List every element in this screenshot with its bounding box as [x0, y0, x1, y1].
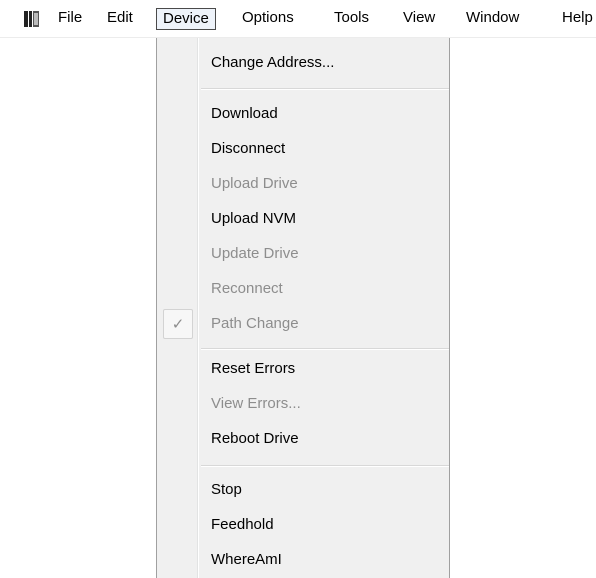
menu-item-disconnect[interactable]: Disconnect [157, 132, 449, 167]
menu-item-label: Upload NVM [211, 210, 297, 227]
menu-item-update-drive[interactable]: Update Drive [157, 237, 449, 272]
menu-item-feedhold[interactable]: Feedhold [157, 508, 449, 543]
menu-edit[interactable]: Edit [107, 8, 133, 30]
menu-item-stop[interactable]: Stop [157, 473, 449, 508]
menu-item-reconnect[interactable]: Reconnect [157, 272, 449, 307]
menu-options[interactable]: Options [242, 8, 294, 30]
menu-item-reset-errors[interactable]: Reset Errors [157, 352, 449, 387]
menu-item-label: Download [211, 105, 278, 122]
menu-file[interactable]: File [58, 8, 82, 30]
menu-view[interactable]: View [403, 8, 435, 30]
menu-item-label: Reboot Drive [211, 430, 299, 447]
menu-item-download[interactable]: Download [157, 97, 449, 132]
menu-item-reboot-drive[interactable]: Reboot Drive [157, 422, 449, 457]
menu-separator [201, 88, 449, 90]
menu-tools[interactable]: Tools [334, 8, 369, 30]
menu-separator [201, 465, 449, 467]
menu-item-label: WhereAmI [211, 551, 282, 568]
menu-item-label: View Errors... [211, 395, 301, 412]
menu-item-label: Reset Errors [211, 360, 296, 377]
device-dropdown-menu: Change Address... Download Disconnect Up… [156, 38, 450, 578]
menu-item-upload-nvm[interactable]: Upload NVM [157, 202, 449, 237]
menu-item-whereami[interactable]: WhereAmI [157, 543, 449, 578]
menu-help[interactable]: Help [562, 8, 593, 30]
menu-item-label: Disconnect [211, 140, 286, 157]
menu-item-upload-drive[interactable]: Upload Drive [157, 167, 449, 202]
menu-item-path-change[interactable]: ✓ Path Change [157, 307, 449, 342]
menu-bar: File Edit Device Options Tools View Wind… [0, 0, 596, 38]
menu-item-label: Path Change [211, 315, 299, 332]
menu-item-label: Stop [211, 481, 242, 498]
menu-item-label: Reconnect [211, 280, 283, 297]
menu-item-view-errors[interactable]: View Errors... [157, 387, 449, 422]
menu-window[interactable]: Window [466, 8, 519, 30]
menu-device[interactable]: Device [156, 8, 216, 30]
menu-item-label: Feedhold [211, 516, 274, 533]
menu-item-label: Upload Drive [211, 175, 298, 192]
menu-item-change-address[interactable]: Change Address... [157, 46, 449, 81]
menu-item-label: Update Drive [211, 245, 299, 262]
menu-separator [201, 348, 449, 350]
checkmark-icon: ✓ [163, 309, 193, 339]
app-window-icon[interactable] [22, 10, 42, 28]
menu-item-label: Change Address... [211, 54, 335, 71]
